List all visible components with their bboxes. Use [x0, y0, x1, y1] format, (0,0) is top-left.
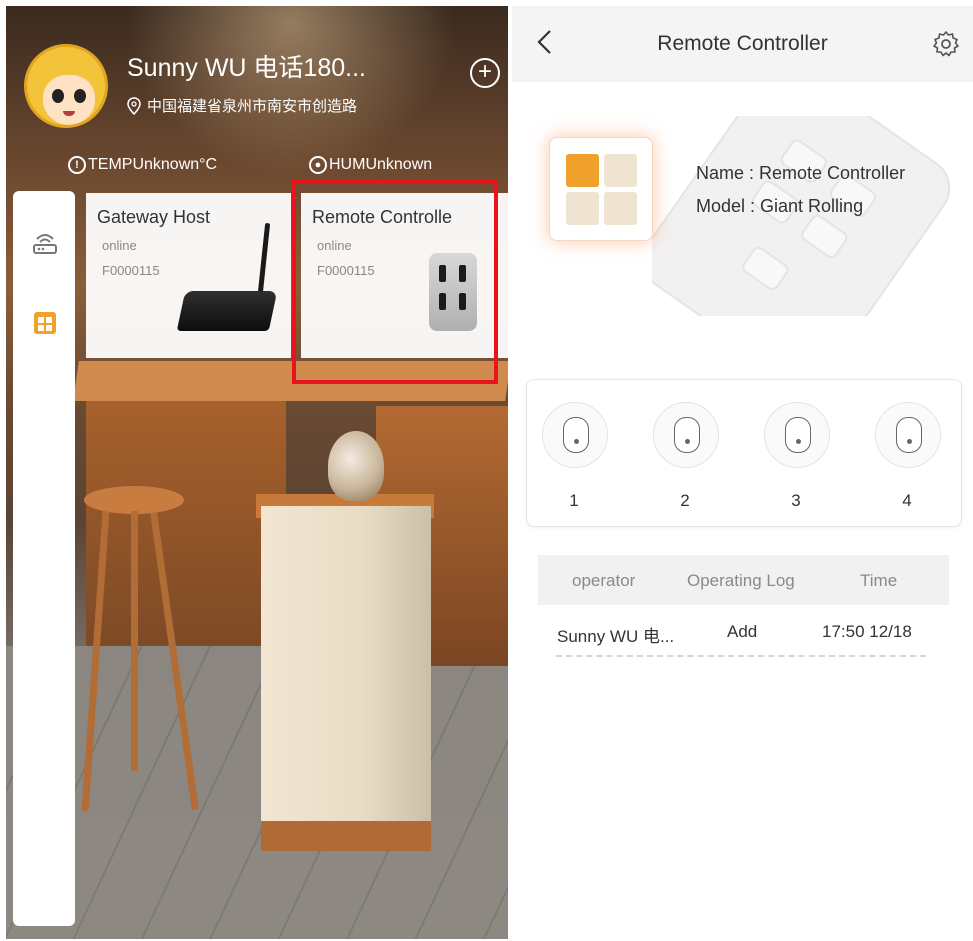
device-model: Model : Giant Rolling [696, 196, 864, 216]
page-title: Remote Controller [657, 32, 828, 55]
background-photo [6, 6, 508, 939]
key-icon [685, 439, 690, 444]
home-screen: Sunny WU 电话180... 中国福建省泉州市南安市创造路 + ! TEM… [6, 6, 508, 939]
user-name: Sunny WU 电话180... [127, 54, 366, 82]
header-operating-log: Operating Log [687, 571, 795, 590]
address-row: 中国福建省泉州市南安市创造路 [127, 95, 357, 116]
humidity-readout: ● HUMUnknown [309, 156, 432, 174]
highlight-box [292, 179, 498, 384]
device-status: online [102, 238, 137, 253]
key-button-2[interactable] [653, 402, 719, 468]
address-text: 中国福建省泉州市南安市创造路 [147, 98, 358, 115]
add-device-button[interactable]: + [470, 58, 500, 88]
key-button-1[interactable] [542, 402, 608, 468]
log-table-header: operator Operating Log Time [538, 555, 949, 605]
avatar[interactable] [24, 44, 108, 128]
key-icon [907, 439, 912, 444]
humidity-drop-icon: ● [309, 156, 327, 174]
key-icon [574, 439, 579, 444]
log-operator: Sunny WU 电... [557, 627, 675, 646]
header-operator: operator [572, 571, 636, 590]
key-button-3[interactable] [764, 402, 830, 468]
key-label: 2 [680, 491, 690, 510]
remote-category-icon[interactable] [31, 309, 59, 337]
key-label: 4 [902, 491, 912, 510]
key-button-4[interactable] [875, 402, 941, 468]
key-icon [796, 439, 801, 444]
log-time: 17:50 12/18 [822, 622, 912, 641]
humidity-text: HUMUnknown [329, 156, 433, 173]
temperature-readout: ! TEMPUnknown°C [68, 156, 217, 174]
device-card-gateway[interactable]: Gateway Host online F0000115 [86, 193, 291, 358]
temperature-text: TEMPUnknown°C [88, 156, 218, 173]
top-bar: Remote Controller [512, 6, 973, 82]
key-label: 3 [791, 491, 801, 510]
gear-icon[interactable] [932, 30, 960, 58]
device-id: F0000115 [102, 263, 160, 278]
device-name: Name : Remote Controller [696, 163, 906, 183]
row-divider [556, 655, 926, 657]
gateway-image-body [176, 291, 278, 331]
location-pin-icon [127, 96, 141, 115]
remote-detail-screen: Remote Controller Name : Remote Controll… [512, 6, 973, 939]
header-time: Time [860, 571, 898, 590]
device-icon [549, 137, 653, 241]
log-action: Add [727, 622, 758, 641]
router-icon[interactable] [31, 229, 59, 257]
thermometer-icon: ! [68, 156, 86, 174]
category-sidebar [13, 191, 75, 926]
key-label: 1 [569, 491, 579, 510]
device-title: Gateway Host [97, 207, 211, 227]
